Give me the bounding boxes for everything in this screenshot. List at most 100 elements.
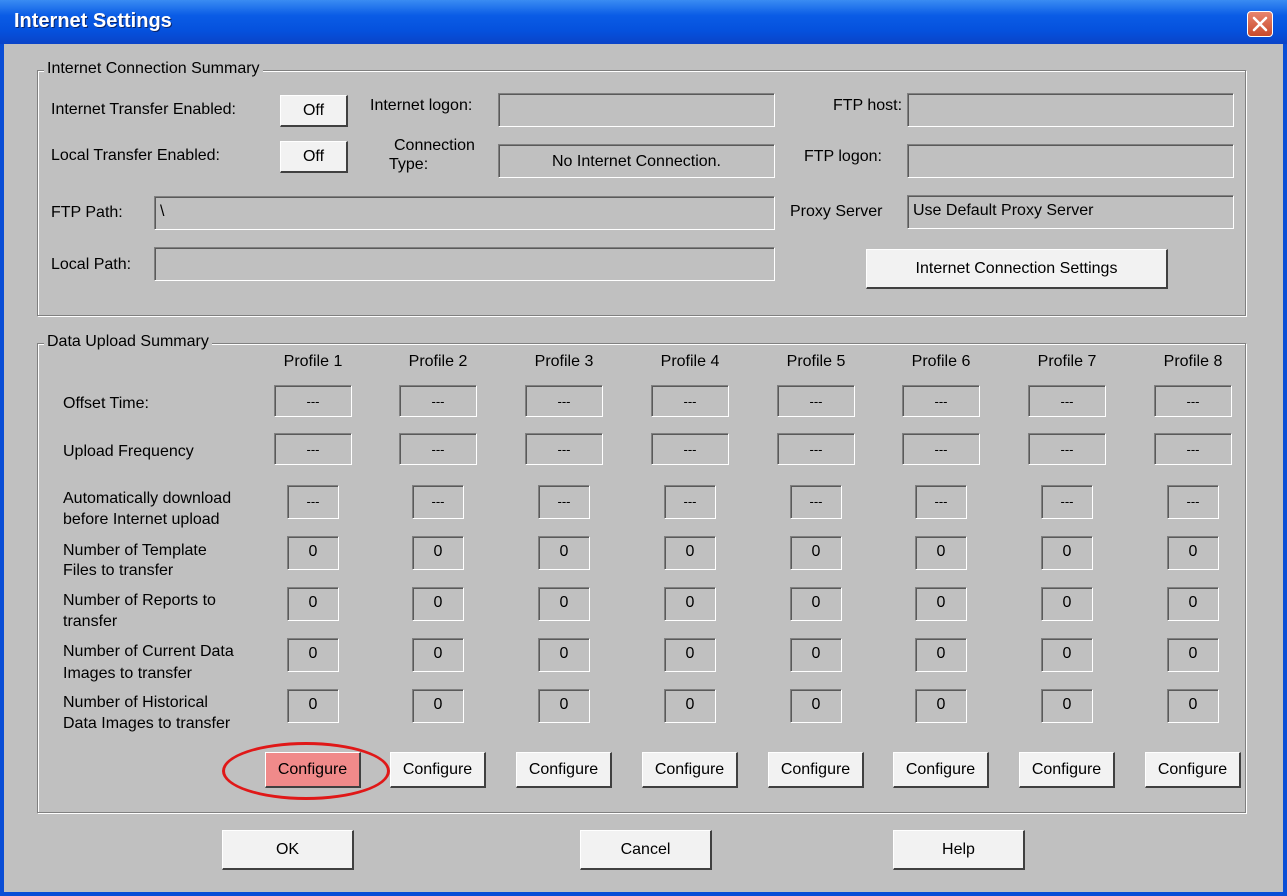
reports-field-5: 0 <box>790 587 842 621</box>
template-files-label-2: Files to transfer <box>63 562 174 579</box>
auto-download-label-2: before Internet upload <box>63 511 220 528</box>
profile-header-7: Profile 7 <box>1037 353 1097 370</box>
ok-button[interactable]: OK <box>222 830 354 870</box>
template-files-field-7: 0 <box>1041 536 1093 570</box>
reports-label-2: transfer <box>63 613 118 630</box>
configure-button-7[interactable]: Configure <box>1019 752 1115 788</box>
auto-download-field-1: --- <box>287 485 339 519</box>
title-bar[interactable]: Internet Settings <box>0 0 1287 44</box>
reports-field-4: 0 <box>664 587 716 621</box>
historical-images-field-5: 0 <box>790 689 842 723</box>
current-images-field-5: 0 <box>790 638 842 672</box>
historical-images-field-6: 0 <box>915 689 967 723</box>
template-files-field-6: 0 <box>915 536 967 570</box>
reports-field-3: 0 <box>538 587 590 621</box>
template-files-field-8: 0 <box>1167 536 1219 570</box>
auto-download-field-3: --- <box>538 485 590 519</box>
configure-button-8[interactable]: Configure <box>1145 752 1241 788</box>
profile-header-8: Profile 8 <box>1163 353 1223 370</box>
proxy-server-field: Use Default Proxy Server <box>907 195 1234 229</box>
upload-frequency-field-4: --- <box>651 433 729 465</box>
reports-field-1: 0 <box>287 587 339 621</box>
offset-time-field-6: --- <box>902 385 980 417</box>
configure-button-1[interactable]: Configure <box>265 752 361 788</box>
configure-button-2[interactable]: Configure <box>390 752 486 788</box>
template-files-label-1: Number of Template <box>63 542 207 559</box>
reports-label-1: Number of Reports to <box>63 592 216 609</box>
current-images-field-4: 0 <box>664 638 716 672</box>
offset-time-field-5: --- <box>777 385 855 417</box>
template-files-field-3: 0 <box>538 536 590 570</box>
template-files-field-2: 0 <box>412 536 464 570</box>
ftp-host-field <box>907 93 1234 127</box>
offset-time-field-3: --- <box>525 385 603 417</box>
historical-images-field-4: 0 <box>664 689 716 723</box>
connection-type-label-1: Connection <box>394 137 475 154</box>
historical-images-field-1: 0 <box>287 689 339 723</box>
proxy-server-label: Proxy Server <box>790 203 883 220</box>
upload-frequency-field-6: --- <box>902 433 980 465</box>
internet-logon-field <box>498 93 775 127</box>
reports-field-8: 0 <box>1167 587 1219 621</box>
dialog-client: Internet Connection Summary Internet Tra… <box>4 44 1283 892</box>
offset-time-label: Offset Time: <box>63 395 149 412</box>
historical-images-field-3: 0 <box>538 689 590 723</box>
auto-download-field-5: --- <box>790 485 842 519</box>
current-images-field-1: 0 <box>287 638 339 672</box>
close-icon[interactable] <box>1247 11 1273 37</box>
local-path-field <box>154 247 775 281</box>
current-images-field-8: 0 <box>1167 638 1219 672</box>
historical-images-field-8: 0 <box>1167 689 1219 723</box>
configure-button-4[interactable]: Configure <box>642 752 738 788</box>
cancel-button[interactable]: Cancel <box>580 830 712 870</box>
offset-time-field-1: --- <box>274 385 352 417</box>
profile-header-4: Profile 4 <box>660 353 720 370</box>
ftp-path-field: \ <box>154 196 775 230</box>
local-transfer-toggle[interactable]: Off <box>280 141 348 173</box>
current-images-label-1: Number of Current Data <box>63 643 234 660</box>
current-images-field-7: 0 <box>1041 638 1093 672</box>
upload-frequency-field-5: --- <box>777 433 855 465</box>
template-files-field-1: 0 <box>287 536 339 570</box>
ftp-host-label: FTP host: <box>833 97 903 114</box>
profile-header-6: Profile 6 <box>911 353 971 370</box>
local-transfer-label: Local Transfer Enabled: <box>51 147 220 164</box>
auto-download-field-4: --- <box>664 485 716 519</box>
internet-transfer-toggle[interactable]: Off <box>280 95 348 127</box>
local-path-label: Local Path: <box>51 256 132 273</box>
help-button[interactable]: Help <box>893 830 1025 870</box>
current-images-label-2: Images to transfer <box>63 665 192 682</box>
configure-button-3[interactable]: Configure <box>516 752 612 788</box>
configure-button-5[interactable]: Configure <box>768 752 864 788</box>
internet-transfer-label: Internet Transfer Enabled: <box>51 101 236 118</box>
reports-field-6: 0 <box>915 587 967 621</box>
profile-header-1: Profile 1 <box>283 353 343 370</box>
upload-summary-legend: Data Upload Summary <box>44 333 212 351</box>
profile-header-2: Profile 2 <box>408 353 468 370</box>
current-images-field-6: 0 <box>915 638 967 672</box>
historical-images-label-2: Data Images to transfer <box>63 715 231 732</box>
connection-type-label-2: Type: <box>389 156 429 173</box>
auto-download-field-7: --- <box>1041 485 1093 519</box>
upload-frequency-label: Upload Frequency <box>63 443 194 460</box>
current-images-field-2: 0 <box>412 638 464 672</box>
profile-header-5: Profile 5 <box>786 353 846 370</box>
window-title: Internet Settings <box>14 10 172 32</box>
ftp-path-label: FTP Path: <box>51 204 123 221</box>
upload-frequency-field-8: --- <box>1154 433 1232 465</box>
auto-download-field-2: --- <box>412 485 464 519</box>
reports-field-7: 0 <box>1041 587 1093 621</box>
internet-connection-settings-button[interactable]: Internet Connection Settings <box>866 249 1168 289</box>
connection-type-field: No Internet Connection. <box>498 144 775 178</box>
upload-frequency-field-2: --- <box>399 433 477 465</box>
template-files-field-5: 0 <box>790 536 842 570</box>
configure-button-6[interactable]: Configure <box>893 752 989 788</box>
reports-field-2: 0 <box>412 587 464 621</box>
template-files-field-4: 0 <box>664 536 716 570</box>
offset-time-field-7: --- <box>1028 385 1106 417</box>
internet-settings-window: Internet Settings Internet Connection Su… <box>0 0 1287 896</box>
auto-download-field-8: --- <box>1167 485 1219 519</box>
upload-frequency-field-3: --- <box>525 433 603 465</box>
internet-logon-label: Internet logon: <box>370 97 473 114</box>
offset-time-field-8: --- <box>1154 385 1232 417</box>
